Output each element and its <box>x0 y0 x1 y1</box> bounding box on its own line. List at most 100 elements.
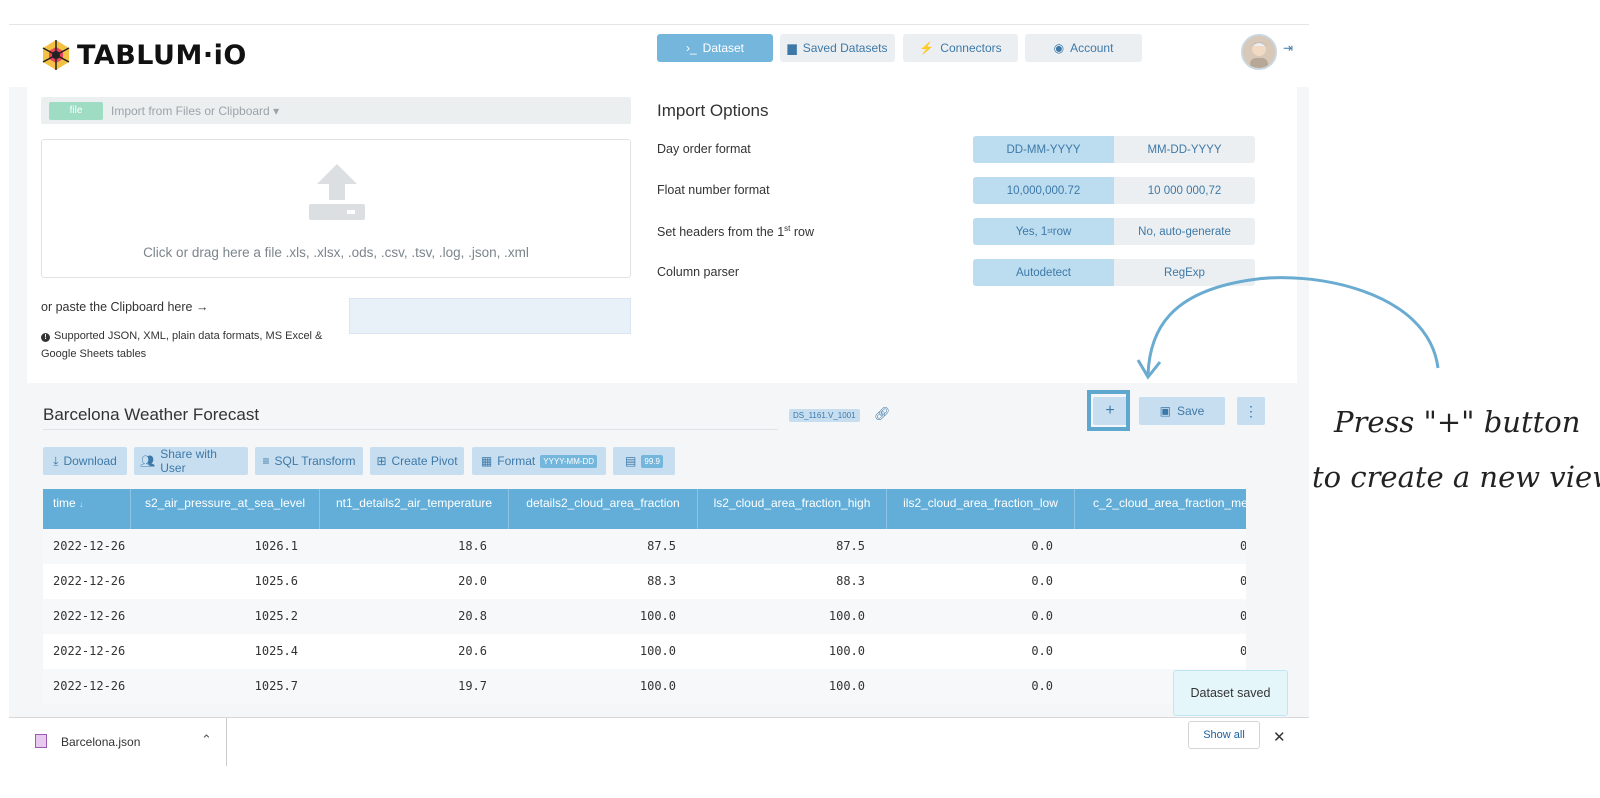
table-row[interactable]: 2022-12-26 1025.7 19.7 100.0 100.0 0.0 0 <box>43 669 1246 704</box>
chevron-up-icon[interactable]: ⌃ <box>201 732 212 748</box>
show-all-button[interactable]: Show all <box>1188 721 1260 749</box>
table-row[interactable]: 2022-12-26 1026.1 18.6 87.5 87.5 0.0 0 <box>43 529 1246 564</box>
dropzone-text: Click or drag here a file .xls, .xlsx, .… <box>143 245 529 260</box>
table-cell: 0.0 <box>1031 609 1053 623</box>
dataset-id-badge: DS_1161.V_1001 <box>789 409 860 422</box>
file-icon <box>35 734 47 748</box>
import-source-select[interactable]: Import from Files or Clipboard ▾ <box>111 104 279 118</box>
table-cell: 2022-12-26 <box>53 574 126 588</box>
column-header[interactable]: details2_cloud_area_fraction <box>509 489 698 529</box>
table-cell: 0.0 <box>1031 539 1053 553</box>
title-underline <box>43 429 778 430</box>
logo-text: TABLUM·iO <box>77 39 247 71</box>
column-header[interactable]: ils2_cloud_area_fraction_low <box>887 489 1075 529</box>
supported-formats-text: Supported JSON, XML, plain data formats,… <box>41 330 323 360</box>
table-cell: 18.6 <box>458 539 487 553</box>
plug-icon: ⚡ <box>919 41 935 55</box>
annotation-line-2: to create a new view <box>1312 460 1600 494</box>
table-row[interactable]: 2022-12-26 1025.2 20.8 100.0 100.0 0.0 0 <box>43 599 1246 634</box>
share-label: Share with User <box>160 447 217 475</box>
column-header[interactable]: s2_air_pressure_at_sea_level <box>131 489 320 529</box>
table-cell: 1026.1 <box>254 539 298 553</box>
link-icon[interactable]: 🔗︎ <box>874 406 891 422</box>
top-navigation: TABLUM·iO ›_ Dataset ▆ Saved Datasets ⚡ … <box>9 25 1309 87</box>
headers-label-post: row <box>790 225 815 240</box>
sql-transform-button[interactable]: ≡ SQL Transform <box>255 447 363 475</box>
headers-label-pre: Set headers from the 1 <box>657 225 785 240</box>
clipboard-paste-area[interactable] <box>349 298 631 334</box>
table-cell: 0.0 <box>1031 679 1053 693</box>
headers-auto-generate[interactable]: No, auto-generate <box>1114 218 1255 245</box>
table-cell: 20.8 <box>458 609 487 623</box>
dataset-title[interactable]: Barcelona Weather Forecast <box>43 405 259 425</box>
logo[interactable]: TABLUM·iO <box>39 35 247 75</box>
sort-icon: ↓ <box>79 499 84 509</box>
avatar[interactable] <box>1241 34 1277 70</box>
table-cell: 0 <box>1240 634 1246 669</box>
headers-first-row[interactable]: Yes, 1st row <box>973 218 1114 245</box>
column-parser-label: Column parser <box>657 265 739 279</box>
users-icon: 👥︎ <box>140 454 156 468</box>
file-chip: file <box>49 101 103 120</box>
table-row[interactable]: 2022-12-26 1025.6 20.0 88.3 88.3 0.0 0 <box>43 564 1246 599</box>
close-icon[interactable]: ✕ <box>1273 728 1286 746</box>
create-pivot-button[interactable]: ⊞ Create Pivot <box>370 447 464 475</box>
download-button[interactable]: ⤓ Download <box>43 447 127 475</box>
column-header[interactable]: ls2_cloud_area_fraction_high <box>698 489 887 529</box>
logout-icon[interactable]: ⇥ <box>1283 41 1293 55</box>
table-cell: 87.5 <box>647 539 676 553</box>
table-cell: 100.0 <box>828 644 865 658</box>
float-format-comma[interactable]: 10,000,000.72 <box>973 177 1114 204</box>
day-order-toggle: DD-MM-YYYY MM-DD-YYYY <box>973 136 1255 163</box>
headers-yes-post: row <box>1052 225 1072 238</box>
info-icon: ! <box>41 333 50 342</box>
table-cell: 2022-12-26 <box>53 644 126 658</box>
upload-icon <box>307 164 367 222</box>
format-button[interactable]: ▦ Format YYYY-MM-DD <box>472 447 606 475</box>
column-header[interactable]: c_2_cloud_area_fraction_medi <box>1075 489 1246 529</box>
supported-formats-note: ! Supported JSON, XML, plain data formats… <box>41 327 331 363</box>
headers-toggle: Yes, 1st row No, auto-generate <box>973 218 1255 245</box>
download-label: Download <box>63 454 117 468</box>
day-order-ddmm[interactable]: DD-MM-YYYY <box>973 136 1114 163</box>
table-cell: 100.0 <box>828 679 865 693</box>
sql-transform-label: SQL Transform <box>274 454 356 468</box>
import-options-title: Import Options <box>657 101 769 120</box>
table-cell: 100.0 <box>639 644 676 658</box>
table-cell: 0.0 <box>1031 574 1053 588</box>
table-row[interactable]: 2022-12-26 1025.4 20.6 100.0 100.0 0.0 0 <box>43 634 1246 669</box>
table-cell: 1025.4 <box>254 644 298 658</box>
column-header[interactable]: nt1_details2_air_temperature <box>320 489 509 529</box>
nav-dataset[interactable]: ›_ Dataset <box>657 34 773 62</box>
headers-yes-pre: Yes, 1 <box>1015 225 1048 238</box>
number-format-button[interactable]: ▤ 99.9 <box>613 447 675 475</box>
table-icon: ⊞ <box>376 454 387 468</box>
toast-notification[interactable]: Dataset saved <box>1173 670 1288 716</box>
download-file-name[interactable]: Barcelona.json <box>61 735 140 749</box>
table-cell: 2022-12-26 <box>53 609 126 623</box>
table-cell: 88.3 <box>836 574 865 588</box>
column-header-time[interactable]: time ↓ <box>43 489 131 529</box>
curved-arrow <box>1136 276 1440 380</box>
nav-saved-datasets[interactable]: ▆ Saved Datasets <box>780 34 895 62</box>
day-order-mmdd[interactable]: MM-DD-YYYY <box>1114 136 1255 163</box>
share-button[interactable]: 👥︎ Share with User <box>134 447 248 475</box>
table-cell: 1025.6 <box>254 574 298 588</box>
nav-saved-datasets-label: Saved Datasets <box>802 41 888 55</box>
table-cell: 0 <box>1240 599 1246 634</box>
nav-connectors[interactable]: ⚡ Connectors <box>903 34 1018 62</box>
table-cell: 100.0 <box>639 679 676 693</box>
table-cell: 2022-12-26 <box>53 679 126 693</box>
table-cell: 20.0 <box>458 574 487 588</box>
calculator-icon: ▤ <box>625 454 637 468</box>
table-cell: 100.0 <box>828 609 865 623</box>
table-cell: 88.3 <box>647 574 676 588</box>
headers-label: Set headers from the 1st row <box>657 224 814 239</box>
nav-account-label: Account <box>1070 41 1114 55</box>
create-pivot-label: Create Pivot <box>391 454 458 468</box>
file-dropzone[interactable]: Click or drag here a file .xls, .xlsx, .… <box>41 139 631 278</box>
nav-account[interactable]: ◉ Account <box>1025 34 1142 62</box>
import-source-bar[interactable]: file Import from Files or Clipboard ▾ <box>41 97 631 124</box>
float-format-space[interactable]: 10 000 000,72 <box>1114 177 1255 204</box>
table-cell: 20.6 <box>458 644 487 658</box>
